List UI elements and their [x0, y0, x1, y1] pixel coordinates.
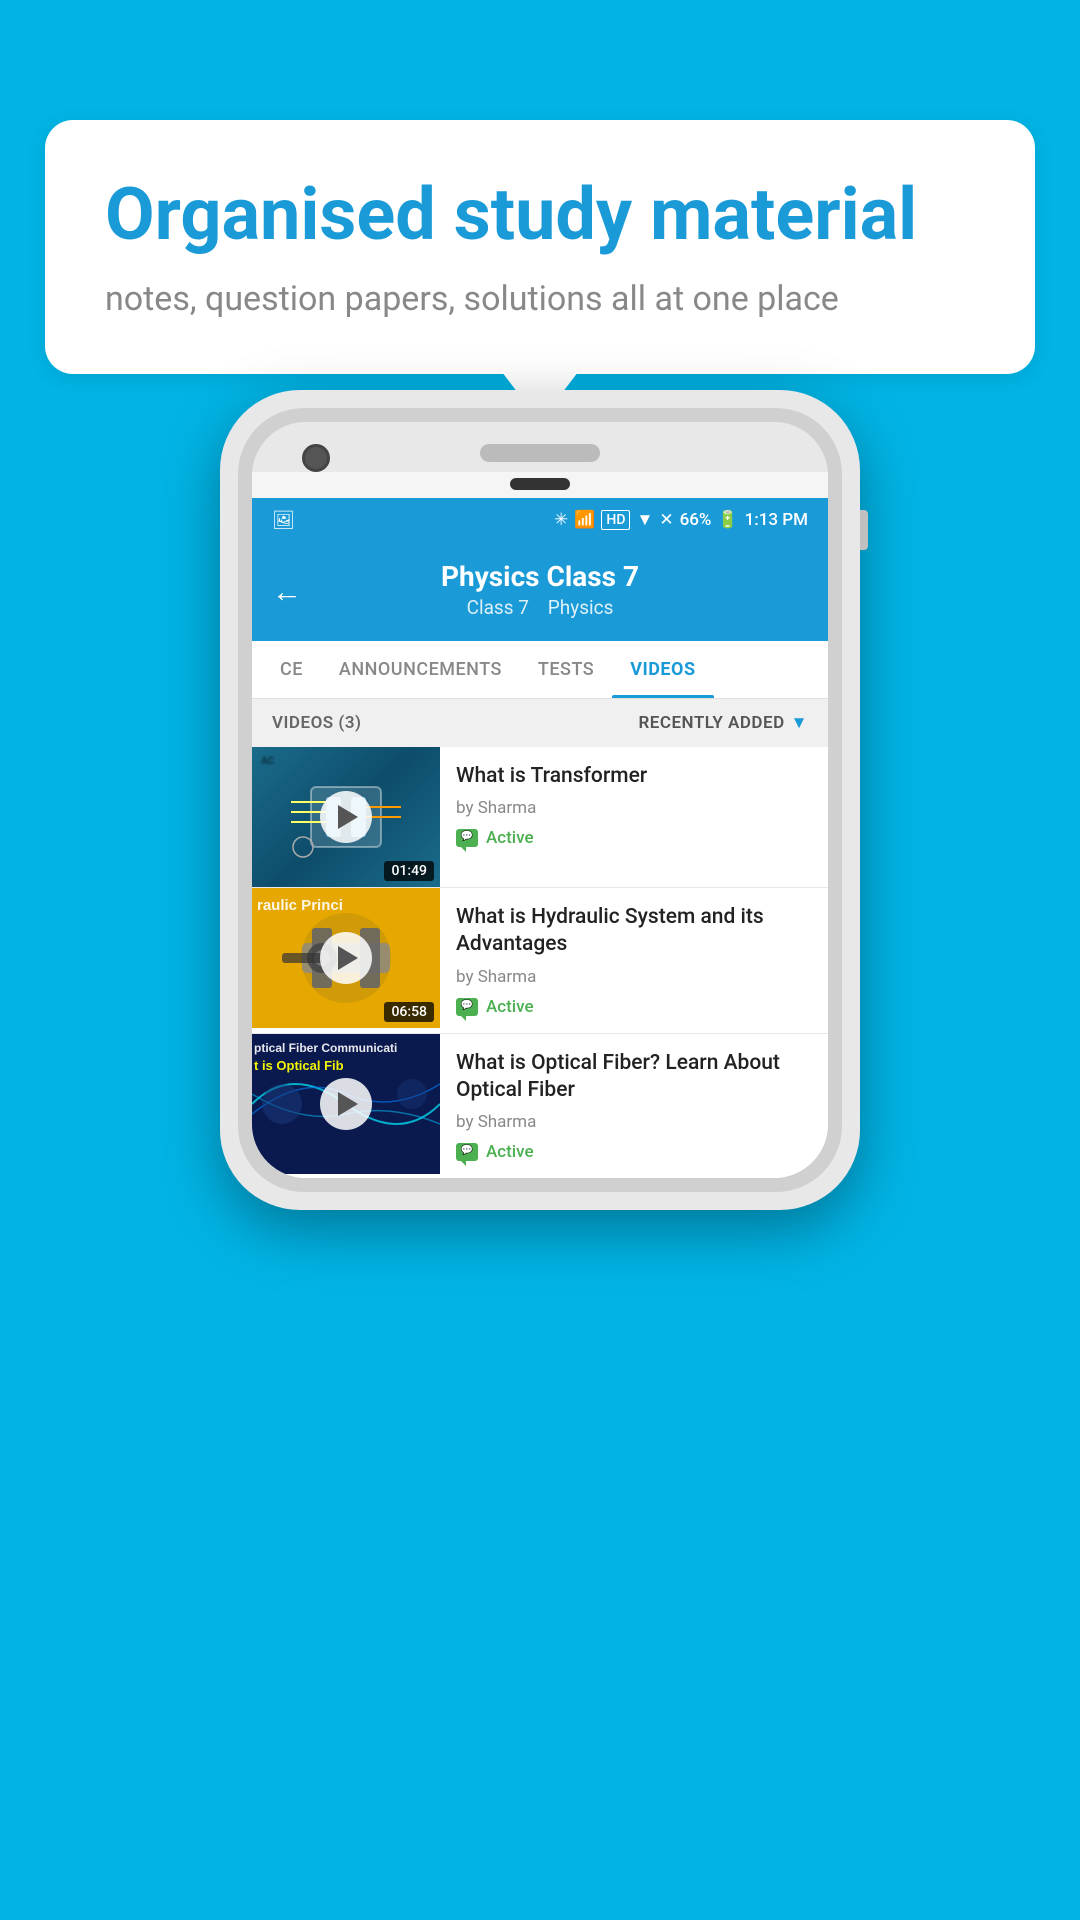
- chevron-down-icon: ▼: [791, 713, 808, 733]
- video-title-1: What is Transformer: [456, 763, 812, 790]
- sort-label: RECENTLY ADDED: [638, 713, 784, 733]
- video-duration-1: 01:49: [384, 861, 434, 881]
- video-author-1: by Sharma: [456, 798, 812, 818]
- phone-mockup: 🖼 ✳ 📶 HD ▼ ✕ 66% 🔋 1:13 PM: [220, 390, 860, 1210]
- video-info-1: What is Transformer by Sharma 💬 Active: [440, 747, 828, 864]
- wifi-icon: ▼: [636, 510, 653, 530]
- hd-badge: HD: [601, 510, 630, 530]
- status-label-1: Active: [486, 828, 534, 848]
- speech-bubble: Organised study material notes, question…: [45, 120, 1035, 374]
- svg-text:raulic Princi: raulic Princi: [257, 897, 343, 914]
- bubble-subtitle: notes, question papers, solutions all at…: [105, 276, 975, 324]
- thumb-text-1: AC: [252, 747, 440, 775]
- videos-header: VIDEOS (3) RECENTLY ADDED ▼: [252, 699, 828, 747]
- chat-icon-1: 💬: [456, 829, 478, 847]
- video-title-3: What is Optical Fiber? Learn About Optic…: [456, 1050, 812, 1105]
- video-thumb-1: 01:49 AC: [252, 747, 440, 887]
- phone-inner-shell: 🖼 ✳ 📶 HD ▼ ✕ 66% 🔋 1:13 PM: [238, 408, 842, 1192]
- image-icon: 🖼: [272, 510, 295, 531]
- header-title: Physics Class 7: [272, 560, 808, 593]
- video-item-2[interactable]: raulic Princi 06:58 What is Hydraulic Sy…: [252, 888, 828, 1034]
- play-icon-2: [338, 946, 358, 970]
- bluetooth-icon: ✳: [554, 510, 568, 530]
- time: 1:13 PM: [745, 510, 808, 530]
- battery-icon: 🔋: [717, 510, 738, 530]
- phone-camera: [302, 444, 330, 472]
- video-item-3[interactable]: ptical Fiber Communicati t is Optical Fi…: [252, 1034, 828, 1179]
- tab-announcements[interactable]: ANNOUNCEMENTS: [321, 641, 520, 698]
- video-status-2: 💬 Active: [456, 997, 812, 1017]
- app-header: ← Physics Class 7 Class 7 Physics: [252, 542, 828, 641]
- videos-count: VIDEOS (3): [272, 713, 362, 733]
- chat-icon-3: 💬: [456, 1143, 478, 1161]
- speech-bubble-container: Organised study material notes, question…: [45, 120, 1035, 374]
- status-left: 🖼: [272, 510, 295, 531]
- battery-percent: 66%: [680, 510, 712, 530]
- phone-home-bump: [510, 478, 570, 490]
- video-info-2: What is Hydraulic System and its Advanta…: [440, 888, 828, 1033]
- back-button[interactable]: ←: [272, 574, 302, 609]
- play-button-1[interactable]: [320, 791, 372, 843]
- svg-text:ptical Fiber Communicati: ptical Fiber Communicati: [254, 1041, 397, 1055]
- bubble-title: Organised study material: [105, 175, 975, 254]
- subject-label: Physics: [548, 596, 614, 619]
- phone-top-bar: [252, 422, 828, 472]
- play-icon-3: [338, 1092, 358, 1116]
- video-info-3: What is Optical Fiber? Learn About Optic…: [440, 1034, 828, 1179]
- volume-button: [860, 510, 868, 550]
- screen: 🖼 ✳ 📶 HD ▼ ✕ 66% 🔋 1:13 PM: [252, 498, 828, 1178]
- signal-icon: 📶: [574, 510, 595, 530]
- tab-ce[interactable]: CE: [262, 641, 321, 698]
- tabs-bar: CE ANNOUNCEMENTS TESTS VIDEOS: [252, 641, 828, 699]
- status-bar: 🖼 ✳ 📶 HD ▼ ✕ 66% 🔋 1:13 PM: [252, 498, 828, 542]
- chat-icon-2: 💬: [456, 998, 478, 1016]
- video-author-2: by Sharma: [456, 967, 812, 987]
- video-author-3: by Sharma: [456, 1112, 812, 1132]
- video-thumb-3: ptical Fiber Communicati t is Optical Fi…: [252, 1034, 440, 1174]
- video-thumb-2: raulic Princi 06:58: [252, 888, 440, 1028]
- play-button-3[interactable]: [320, 1078, 372, 1130]
- status-label-3: Active: [486, 1142, 534, 1162]
- play-button-2[interactable]: [320, 932, 372, 984]
- status-label-2: Active: [486, 997, 534, 1017]
- video-title-2: What is Hydraulic System and its Advanta…: [456, 904, 812, 959]
- header-subtitle: Class 7 Physics: [272, 596, 808, 619]
- tab-videos[interactable]: VIDEOS: [612, 641, 713, 698]
- phone-speaker: [480, 444, 600, 462]
- sort-button[interactable]: RECENTLY ADDED ▼: [638, 713, 808, 733]
- data-icon: ✕: [659, 510, 673, 530]
- play-icon-1: [338, 805, 358, 829]
- phone-outer-shell: 🖼 ✳ 📶 HD ▼ ✕ 66% 🔋 1:13 PM: [220, 390, 860, 1210]
- class-label: Class 7: [467, 596, 529, 619]
- video-item-1[interactable]: 01:49 AC What is Transformer by Sharma 💬…: [252, 747, 828, 888]
- video-status-3: 💬 Active: [456, 1142, 812, 1162]
- video-duration-2: 06:58: [384, 1002, 434, 1022]
- svg-text:t is Optical Fib: t is Optical Fib: [254, 1058, 344, 1073]
- phone-screen-area: 🖼 ✳ 📶 HD ▼ ✕ 66% 🔋 1:13 PM: [252, 422, 828, 1178]
- video-status-1: 💬 Active: [456, 828, 812, 848]
- tab-tests[interactable]: TESTS: [520, 641, 612, 698]
- status-right: ✳ 📶 HD ▼ ✕ 66% 🔋 1:13 PM: [554, 510, 808, 530]
